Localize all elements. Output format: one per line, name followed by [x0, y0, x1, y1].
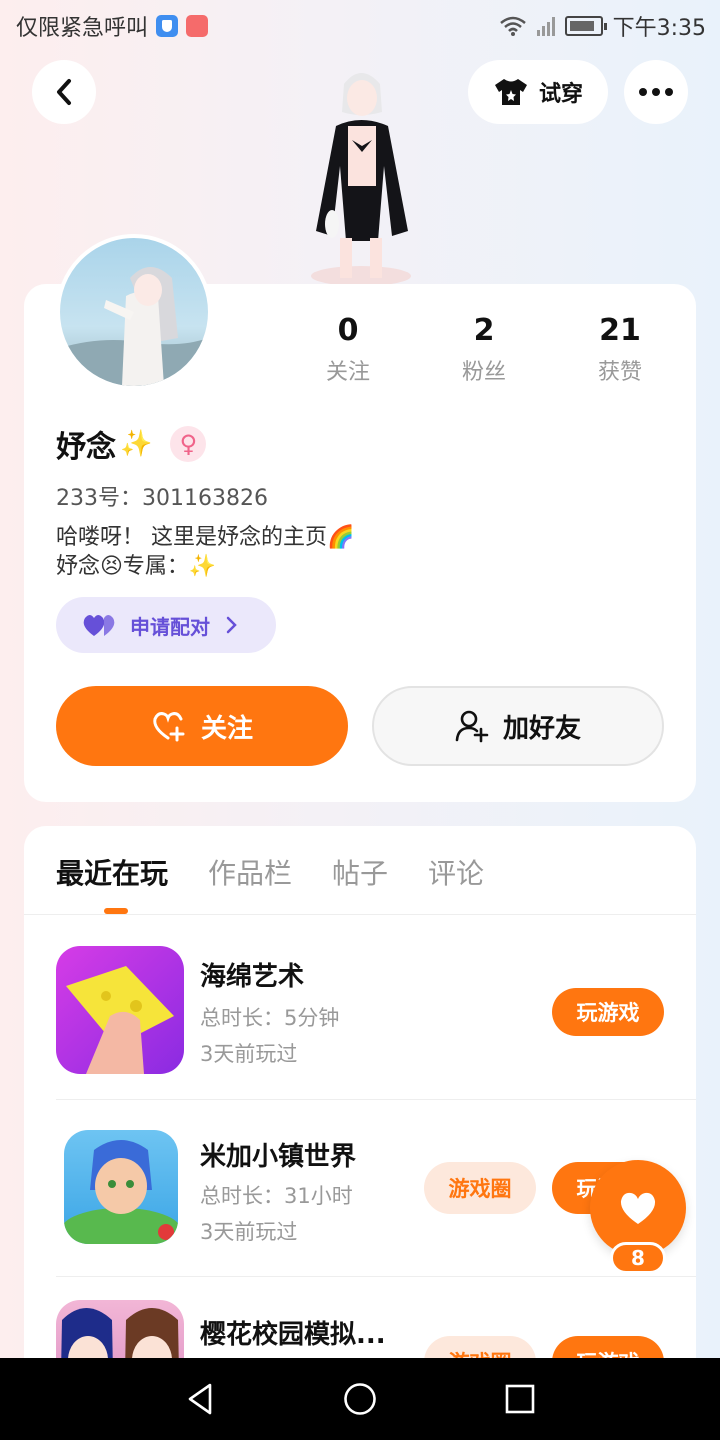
stat-number: 21	[599, 313, 641, 348]
user-name: 妤念	[56, 430, 116, 465]
shield-icon	[156, 15, 179, 37]
status-right: 下午3:35	[499, 10, 706, 42]
game-name: 海绵艺术	[200, 962, 305, 992]
game-duration: 总时长：5分钟	[200, 1006, 340, 1030]
stat-likes[interactable]: 21 获赞	[552, 312, 688, 386]
stat-label: 粉丝	[461, 360, 506, 385]
add-user-icon	[455, 710, 489, 743]
status-bar: 仅限紧急呼叫 下午3:35	[0, 0, 720, 50]
bio-line: 妤念😣专属：✨	[56, 554, 217, 579]
sparkle-icon: ✨	[120, 429, 153, 459]
avatar-figure	[311, 73, 411, 286]
divider	[56, 1276, 696, 1277]
system-nav-bar	[0, 1358, 720, 1440]
stat-following[interactable]: 0 关注	[280, 312, 416, 386]
chevron-right-icon	[226, 616, 237, 634]
follow-button[interactable]: 关注	[56, 686, 348, 766]
stat-fans[interactable]: 2 粉丝	[416, 312, 552, 386]
back-button[interactable]	[32, 60, 96, 124]
divider	[56, 1099, 696, 1100]
avatar[interactable]	[56, 234, 212, 390]
shopping-bag-icon	[186, 15, 209, 37]
tab-posts[interactable]: 帖子	[332, 852, 388, 892]
heart-pair-icon	[83, 615, 115, 636]
play-game-button[interactable]: 玩游戏	[552, 988, 664, 1036]
game-name: 米加小镇世界	[200, 1142, 357, 1172]
tshirt-icon	[494, 79, 527, 105]
signal-icon	[536, 16, 555, 36]
follow-label: 关注	[200, 713, 253, 744]
game-icon-sakura-school	[56, 1300, 184, 1358]
home-circle-icon[interactable]	[343, 1382, 377, 1416]
tab-bar: 最近在玩 作品栏 帖子 评论	[56, 852, 484, 892]
tab-comments[interactable]: 评论	[428, 852, 484, 892]
recents-square-icon[interactable]	[503, 1382, 537, 1416]
bio-line: 哈喽呀！ 这里是妤念的主页🌈	[56, 525, 355, 550]
like-count-badge: 8	[610, 1242, 666, 1274]
battery-charging-icon	[564, 16, 607, 36]
user-bio: 哈喽呀！ 这里是妤念的主页🌈 妤念😣专属：✨	[56, 523, 354, 581]
game-last-played: 3天前玩过	[200, 1220, 298, 1244]
name-row: 妤念 ✨ ♀	[56, 422, 207, 466]
try-on-button[interactable]: 试穿	[468, 60, 608, 124]
stat-number: 0	[337, 313, 359, 348]
tab-divider	[24, 914, 696, 915]
more-dots-icon	[639, 88, 673, 96]
game-name: 樱花校园模拟...	[200, 1320, 386, 1350]
user-id: 233号：301163826	[56, 486, 268, 511]
stat-label: 关注	[325, 360, 370, 385]
tab-works[interactable]: 作品栏	[208, 852, 292, 892]
pair-request-button[interactable]: 申请配对	[56, 597, 276, 653]
add-friend-label: 加好友	[502, 713, 581, 744]
tab-recent-play[interactable]: 最近在玩	[56, 852, 168, 892]
game-circle-button[interactable]: 游戏圈	[424, 1162, 536, 1214]
try-on-label: 试穿	[538, 82, 583, 107]
add-friend-button[interactable]: 加好友	[372, 686, 664, 766]
game-circle-button[interactable]: 游戏圈	[424, 1336, 536, 1358]
back-triangle-icon[interactable]	[184, 1382, 218, 1416]
more-button[interactable]	[624, 60, 688, 124]
carrier-text: 仅限紧急呼叫	[16, 16, 149, 41]
wifi-icon	[499, 16, 526, 36]
heart-plus-icon	[153, 712, 185, 742]
female-gender-icon: ♀	[170, 426, 207, 462]
status-left: 仅限紧急呼叫	[16, 10, 209, 42]
list-item[interactable]: 樱花校园模拟... 游戏圈 玩游戏	[56, 1300, 696, 1358]
stat-number: 2	[473, 313, 495, 348]
stats-row: 0 关注 2 粉丝 21 获赞	[280, 312, 688, 386]
game-icon-miga-town	[64, 1130, 178, 1244]
game-duration: 总时长：31小时	[200, 1184, 353, 1208]
avatar-image	[60, 267, 208, 386]
back-arrow-icon	[57, 79, 71, 105]
list-item[interactable]: 海绵艺术 总时长：5分钟 3天前玩过 玩游戏	[56, 946, 696, 1122]
clock: 下午3:35	[612, 16, 706, 41]
play-game-button[interactable]: 玩游戏	[552, 1336, 664, 1358]
pair-label: 申请配对	[130, 614, 210, 639]
game-last-played: 3天前玩过	[200, 1042, 298, 1066]
stat-label: 获赞	[597, 360, 642, 385]
heart-icon	[620, 1192, 656, 1224]
game-icon-sponge-art	[56, 946, 184, 1074]
